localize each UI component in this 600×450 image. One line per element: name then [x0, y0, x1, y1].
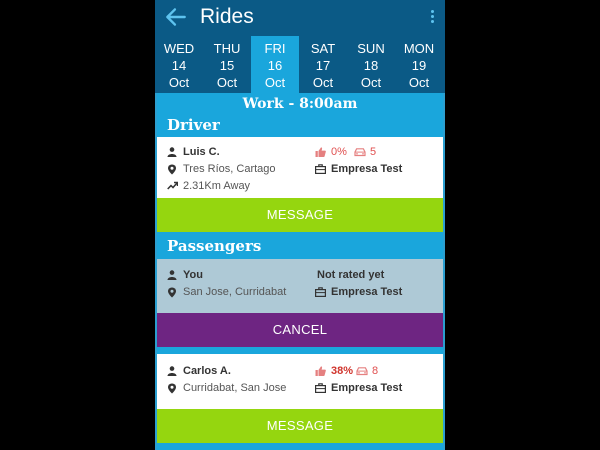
person-icon [167, 270, 177, 280]
day-tab-sat[interactable]: SAT 17 Oct [299, 36, 347, 93]
driver-section-title: Driver [167, 116, 220, 134]
day-name: FRI [264, 41, 286, 56]
map-pin-icon [168, 287, 176, 298]
message-passenger-button[interactable]: MESSAGE [157, 409, 443, 443]
thumbs-up-icon [315, 366, 326, 376]
day-number: 19 [411, 58, 427, 73]
passenger-company: Empresa Test [331, 286, 403, 298]
driver-location: Tres Ríos, Cartago [183, 163, 276, 175]
day-month: Oct [264, 75, 286, 90]
passenger-card-you: You San Jose, Curridabat Not rated yet E… [157, 259, 443, 313]
passengers-section-title: Passengers [167, 237, 262, 255]
day-name: SUN [357, 41, 385, 56]
driver-rides-count: 5 [370, 146, 377, 158]
day-number: 18 [363, 58, 379, 73]
day-number: 15 [219, 58, 235, 73]
passenger-rating: 38% [331, 365, 354, 377]
person-icon [167, 366, 177, 376]
page-title: Rides [200, 5, 254, 28]
day-month: Oct [168, 75, 190, 90]
day-month: Oct [216, 75, 238, 90]
passenger-card: Carlos A. Curridabat, San Jose 38% 8 Emp… [157, 354, 443, 409]
day-month: Oct [360, 75, 382, 90]
passenger-name: You [183, 269, 203, 281]
app-bar: Rides [155, 0, 445, 36]
message-driver-button[interactable]: MESSAGE [157, 198, 443, 232]
car-icon [356, 367, 368, 376]
day-selector: WED 14 Oct THU 15 Oct FRI 16 Oct SAT 17 … [155, 36, 445, 93]
driver-name: Luis C. [183, 146, 220, 158]
driver-rating: 0% [331, 146, 347, 158]
driver-distance: 2.31Km Away [183, 180, 251, 192]
passenger-location: San Jose, Curridabat [183, 286, 287, 298]
day-tab-mon[interactable]: MON 19 Oct [395, 36, 443, 93]
app-screen: Rides WED 14 Oct THU 15 Oct FRI 16 Oct S… [155, 0, 445, 450]
passenger-name: Carlos A. [183, 365, 231, 377]
driver-card: Luis C. Tres Ríos, Cartago 2.31Km Away 0… [157, 137, 443, 198]
car-icon [354, 148, 366, 157]
briefcase-icon [315, 383, 326, 393]
day-number: 17 [315, 58, 331, 73]
passenger-company: Empresa Test [331, 382, 403, 394]
arrow-left-icon[interactable] [163, 4, 189, 30]
person-icon [167, 147, 177, 157]
day-name: WED [163, 41, 195, 56]
day-tab-fri[interactable]: FRI 16 Oct [251, 36, 299, 93]
day-number: 14 [171, 58, 187, 73]
day-number: 16 [267, 58, 283, 73]
day-name: SAT [310, 41, 336, 56]
day-tab-sun[interactable]: SUN 18 Oct [347, 36, 395, 93]
day-month: Oct [408, 75, 430, 90]
trending-up-icon [167, 181, 178, 190]
map-pin-icon [168, 164, 176, 175]
driver-company: Empresa Test [331, 163, 403, 175]
more-vert-icon[interactable] [427, 9, 437, 27]
day-month: Oct [312, 75, 334, 90]
passenger-rides-count: 8 [372, 365, 379, 377]
briefcase-icon [315, 164, 326, 174]
thumbs-up-icon [315, 147, 326, 157]
passenger-location: Curridabat, San Jose [183, 382, 287, 394]
briefcase-icon [315, 287, 326, 297]
map-pin-icon [168, 383, 176, 394]
day-name: MON [403, 41, 435, 56]
schedule-title: Work - 8:00am [242, 96, 358, 112]
day-tab-wed[interactable]: WED 14 Oct [155, 36, 203, 93]
day-tab-thu[interactable]: THU 15 Oct [203, 36, 251, 93]
passenger-rating-text: Not rated yet [317, 269, 385, 281]
day-name: THU [213, 41, 241, 56]
cancel-ride-button[interactable]: CANCEL [157, 313, 443, 347]
